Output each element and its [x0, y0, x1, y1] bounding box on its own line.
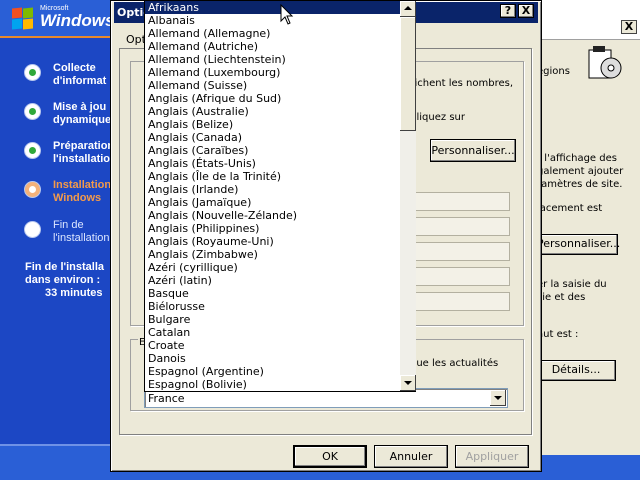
sample-field — [410, 292, 510, 311]
dropdown-item[interactable]: Allemand (Allemagne) — [145, 27, 401, 40]
combo-value: France — [148, 392, 185, 405]
scroll-up-button[interactable] — [400, 1, 416, 17]
regional-options-dialog: X égions r l'affichage des galement ajou… — [530, 0, 640, 455]
dropdown-item[interactable]: Anglais (Afrique du Sud) — [145, 92, 401, 105]
customize-button[interactable]: Personnaliser... — [536, 234, 620, 255]
back-text: r l'affichage des — [537, 153, 617, 164]
dropdown-item[interactable]: Allemand (Liechtenstein) — [145, 53, 401, 66]
back-text: ramètres de site. — [537, 179, 623, 190]
dropdown-item[interactable]: Anglais (Canada) — [145, 131, 401, 144]
scroll-down-button[interactable] — [400, 375, 416, 391]
language-dropdown-list[interactable]: Afrikaans Albanais Allemand (Allemagne) All… — [144, 0, 416, 392]
close-button[interactable]: X — [518, 4, 534, 18]
dropdown-item[interactable]: Afrikaans — [145, 1, 401, 14]
windows-logo: Microsoft Windows — [12, 4, 122, 34]
step-pending-icon — [24, 221, 41, 238]
back-text: aut est : — [537, 329, 579, 340]
regional-settings-icon — [587, 44, 623, 84]
dropdown-item[interactable]: Allemand (Suisse) — [145, 79, 401, 92]
dropdown-item[interactable]: Danois — [145, 352, 401, 365]
dropdown-item[interactable]: Anglais (Belize) — [145, 118, 401, 131]
step-done-icon — [24, 64, 41, 81]
dropdown-item[interactable]: Anglais (Nouvelle-Zélande) — [145, 209, 401, 222]
customize-button[interactable]: Personnaliser... — [430, 139, 516, 162]
details-button[interactable]: Détails... — [536, 360, 616, 381]
dropdown-item[interactable]: Allemand (Autriche) — [145, 40, 401, 53]
sample-field — [410, 242, 510, 261]
sample-field — [410, 192, 510, 211]
dropdown-item[interactable]: Anglais (États-Unis) — [145, 157, 401, 170]
dropdown-item[interactable]: Basque — [145, 287, 401, 300]
sample-field — [410, 217, 510, 236]
apply-button[interactable]: Appliquer — [455, 445, 529, 468]
help-button[interactable]: ? — [500, 4, 516, 18]
scroll-thumb[interactable] — [400, 17, 416, 131]
close-button[interactable]: X — [621, 20, 637, 34]
windows-flag-icon — [12, 7, 34, 30]
step-current-icon — [24, 181, 41, 198]
dropdown-item[interactable]: Anglais (Jamaïque) — [145, 196, 401, 209]
logo-brand-text: Windows — [40, 11, 115, 30]
tab-options[interactable]: Opt — [126, 33, 146, 46]
dropdown-item[interactable]: Espagnol (Bolivie) — [145, 378, 401, 391]
dropdown-item[interactable]: Anglais (Île de la Trinité) — [145, 170, 401, 183]
dropdown-item[interactable]: Espagnol (Argentine) — [145, 365, 401, 378]
dropdown-items: Afrikaans Albanais Allemand (Allemagne) All… — [145, 1, 401, 391]
dropdown-item[interactable]: Anglais (Philippines) — [145, 222, 401, 235]
step-done-icon — [24, 142, 41, 159]
back-text: er la saisie du — [537, 279, 607, 290]
cancel-button[interactable]: Annuler — [374, 445, 448, 468]
dropdown-item[interactable]: Anglais (Irlande) — [145, 183, 401, 196]
news-text: que les actualités — [410, 358, 499, 369]
sample-field — [410, 267, 510, 286]
dropdown-item[interactable]: Allemand (Luxembourg) — [145, 66, 401, 79]
numbers-text: fichent les nombres, — [411, 78, 514, 89]
click-text: cliquez sur — [411, 112, 465, 123]
dropdown-item[interactable]: Anglais (Royaume-Uni) — [145, 235, 401, 248]
dropdown-item[interactable]: Anglais (Caraïbes) — [145, 144, 401, 157]
dropdown-item[interactable]: Biélorusse — [145, 300, 401, 313]
dropdown-item[interactable]: Albanais — [145, 14, 401, 27]
dropdown-item[interactable]: Azéri (cyrillique) — [145, 261, 401, 274]
dropdown-item[interactable]: Croate — [145, 339, 401, 352]
step-done-icon — [24, 103, 41, 120]
dropdown-item[interactable]: Bulgare — [145, 313, 401, 326]
vertical-scrollbar[interactable] — [400, 1, 416, 391]
chevron-down-icon[interactable] — [490, 390, 506, 406]
dropdown-item[interactable]: Anglais (Zimbabwe) — [145, 248, 401, 261]
dropdown-item[interactable]: Anglais (Australie) — [145, 105, 401, 118]
ok-button[interactable]: OK — [293, 445, 367, 468]
dropdown-item[interactable]: Catalan — [145, 326, 401, 339]
dropdown-item[interactable]: Azéri (latin) — [145, 274, 401, 287]
back-text: sie et des — [537, 292, 586, 303]
back-text: lacement est — [537, 203, 603, 214]
back-text: galement ajouter — [537, 166, 624, 177]
mouse-cursor-icon — [280, 3, 294, 26]
